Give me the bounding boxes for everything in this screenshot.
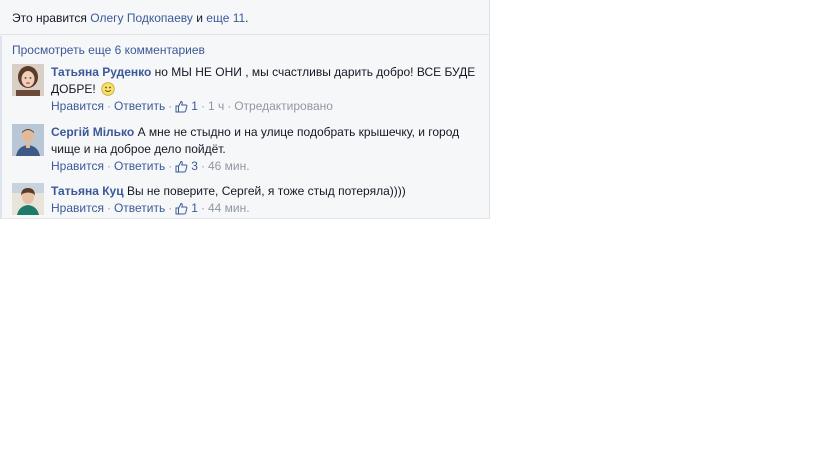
edited-label[interactable]: Отредактировано [234, 99, 333, 113]
comment-author-link[interactable]: Сергій Мілько [51, 125, 134, 139]
likes-conj: и [196, 11, 203, 25]
comment-timestamp[interactable]: 44 мин. [208, 201, 250, 215]
separator: · [168, 99, 173, 113]
likes-suffix: . [245, 11, 249, 25]
like-count-link[interactable]: 1 [175, 99, 198, 113]
like-count-value: 1 [191, 99, 198, 113]
thumbs-up-icon [175, 100, 188, 112]
comment-body: Татьяна Руденко но МЫ НЕ ОНИ , мы счастл… [51, 64, 482, 101]
comment-actions: Нравится · Ответить · 1 · 44 мин. [51, 201, 250, 215]
separator: · [168, 159, 173, 173]
separator: · [200, 159, 205, 173]
likes-summary: Это нравится Олегу Подкопаеву и еще 11. [12, 11, 249, 25]
separator: · [227, 99, 232, 113]
like-comment-button[interactable]: Нравится [51, 201, 104, 215]
comment-actions: Нравится · Ответить · 3 · 46 мин. [51, 159, 250, 173]
comments-thread-bar [0, 36, 2, 219]
comment-author-link[interactable]: Татьяна Куц [51, 184, 124, 198]
avatar[interactable] [12, 183, 44, 215]
divider [0, 34, 489, 35]
other-likers-link[interactable]: еще 11 [206, 11, 245, 25]
separator: · [168, 201, 173, 215]
reply-button[interactable]: Ответить [114, 99, 165, 113]
avatar[interactable] [12, 64, 44, 96]
comment-timestamp[interactable]: 1 ч [208, 99, 224, 113]
likes-prefix: Это нравится [12, 11, 87, 25]
comment-author-link[interactable]: Татьяна Руденко [51, 65, 151, 79]
liker-name-link[interactable]: Олегу Подкопаеву [90, 11, 193, 25]
thumbs-up-icon [175, 160, 188, 172]
comment-text: Вы не поверите, Сергей, я тоже стыд поте… [126, 184, 406, 198]
comment-body: Сергій Мілько А мне не стыдно и на улице… [51, 124, 482, 158]
separator: · [106, 159, 111, 173]
separator: · [200, 99, 205, 113]
comment-timestamp[interactable]: 46 мин. [208, 159, 250, 173]
like-count-link[interactable]: 1 [175, 201, 198, 215]
comment-item: Татьяна Куц Вы не поверите, Сергей, я то… [12, 183, 482, 217]
separator: · [200, 201, 205, 215]
reply-button[interactable]: Ответить [114, 201, 165, 215]
thumbs-up-icon [175, 202, 188, 214]
comment-item: Татьяна Руденко но МЫ НЕ ОНИ , мы счастл… [12, 64, 482, 116]
comments-panel: Это нравится Олегу Подкопаеву и еще 11. … [0, 0, 490, 219]
like-count-value: 3 [191, 159, 198, 173]
like-count-link[interactable]: 3 [175, 159, 198, 173]
separator: · [106, 99, 111, 113]
reply-button[interactable]: Ответить [114, 159, 165, 173]
separator: · [106, 201, 111, 215]
comment-body: Татьяна Куц Вы не поверите, Сергей, я то… [51, 183, 482, 200]
view-more-comments-link[interactable]: Просмотреть еще 6 комментариев [12, 43, 205, 57]
comment-item: Сергій Мілько А мне не стыдно и на улице… [12, 124, 482, 176]
like-count-value: 1 [191, 201, 198, 215]
comment-actions: Нравится · Ответить · 1 · 1 ч · Отредакт… [51, 99, 333, 113]
avatar[interactable] [12, 124, 44, 156]
like-comment-button[interactable]: Нравится [51, 159, 104, 173]
like-comment-button[interactable]: Нравится [51, 99, 104, 113]
